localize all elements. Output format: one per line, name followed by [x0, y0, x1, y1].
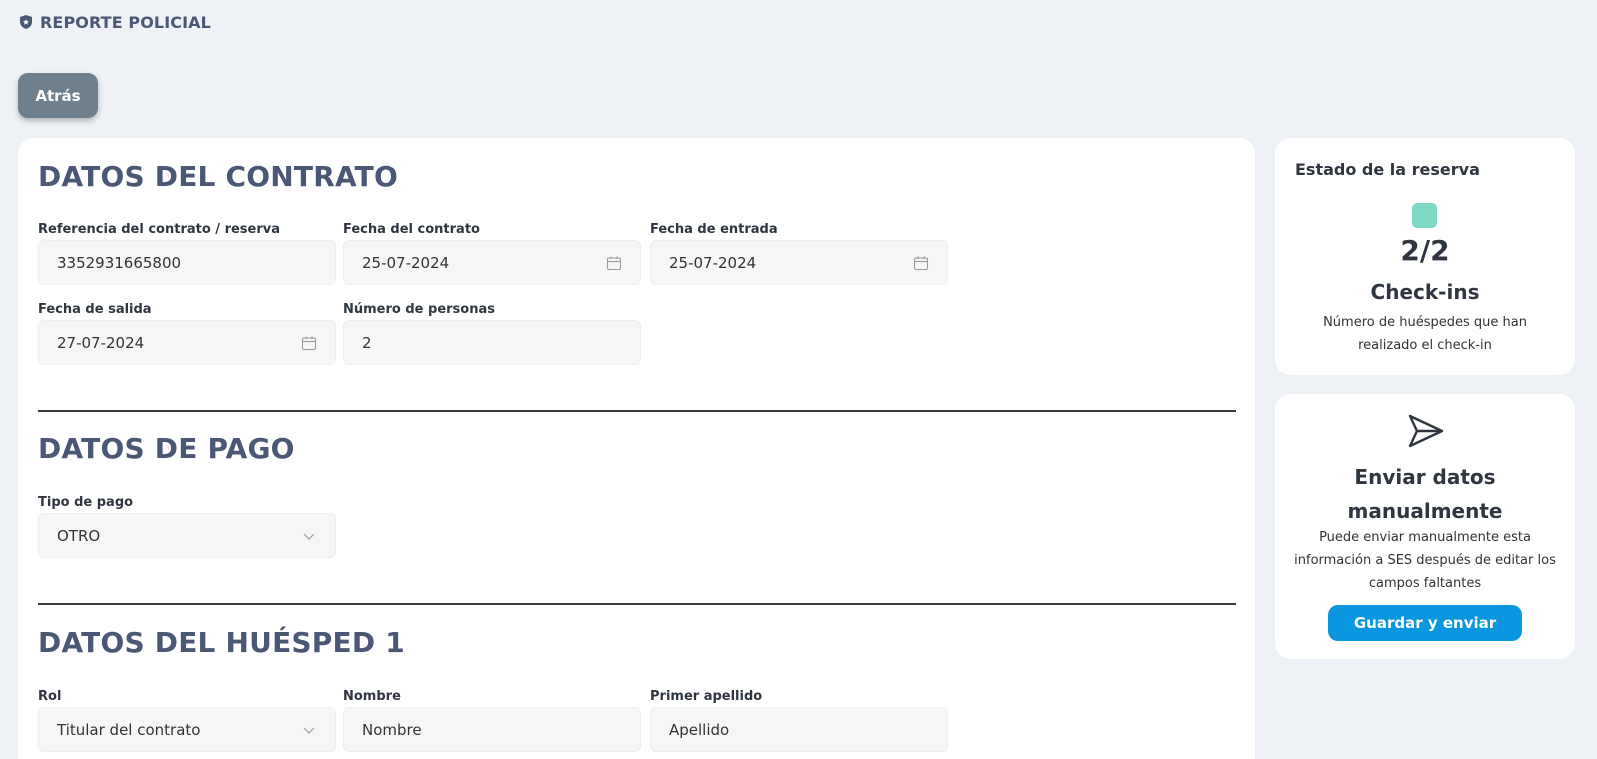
status-indicator [1412, 203, 1437, 228]
payment-section-title: DATOS DE PAGO [38, 432, 295, 465]
section-divider [38, 603, 1236, 605]
name-placeholder: Nombre [362, 720, 422, 739]
name-label: Nombre [343, 689, 401, 704]
reservation-status-title: Estado de la reserva [1295, 160, 1480, 179]
surname-label: Primer apellido [650, 689, 763, 704]
checkin-label: Check-ins [1370, 280, 1480, 304]
payment-type-value: OTRO [57, 526, 101, 545]
exit-date-label: Fecha de salida [38, 302, 152, 317]
manual-send-description: Puede enviar manualmente esta informació… [1294, 530, 1556, 591]
role-label: Rol [38, 689, 62, 704]
role-value: Titular del contrato [57, 720, 201, 739]
surname-placeholder: Apellido [669, 720, 730, 739]
page-title: REPORTE POLICIAL [40, 12, 211, 32]
chevron-down-icon [301, 722, 317, 738]
entry-date-label: Fecha de entrada [650, 222, 778, 237]
payment-type-select[interactable]: OTRO [38, 513, 336, 558]
contract-date-label: Fecha del contrato [343, 222, 480, 237]
calendar-icon[interactable] [606, 255, 622, 271]
reference-value: 3352931665800 [57, 253, 182, 272]
checkin-description: Número de huéspedes que han realizado el… [1323, 315, 1527, 353]
contract-date-field[interactable]: 25-07-2024 [343, 240, 641, 285]
persons-value: 2 [362, 333, 372, 352]
checkin-count: 2/2 [1400, 234, 1450, 267]
entry-date-value: 25-07-2024 [669, 253, 757, 272]
manual-send-card: Enviar datos manualmente Puede enviar ma… [1275, 394, 1575, 659]
chevron-down-icon [301, 528, 317, 544]
main-form-card: DATOS DEL CONTRATO Referencia del contra… [18, 138, 1255, 759]
section-divider [38, 410, 1236, 412]
save-and-send-button[interactable]: Guardar y enviar [1328, 605, 1522, 641]
calendar-icon[interactable] [301, 335, 317, 351]
reference-label: Referencia del contrato / reserva [38, 222, 281, 237]
exit-date-value: 27-07-2024 [57, 333, 145, 352]
reference-field[interactable]: 3352931665800 [38, 240, 336, 285]
exit-date-field[interactable]: 27-07-2024 [38, 320, 336, 365]
reservation-status-card: Estado de la reserva 2/2 Check-ins Númer… [1275, 138, 1575, 375]
calendar-icon[interactable] [913, 255, 929, 271]
back-button[interactable]: Atrás [18, 73, 98, 118]
guest-section-title: DATOS DEL HUÉSPED 1 [38, 626, 405, 659]
police-badge-icon [18, 14, 34, 30]
contract-section-title: DATOS DEL CONTRATO [38, 160, 398, 193]
send-icon [1407, 412, 1445, 450]
surname-input[interactable]: Apellido [650, 707, 948, 752]
manual-send-title: Enviar datos manualmente [1347, 465, 1503, 523]
name-input[interactable]: Nombre [343, 707, 641, 752]
top-bar: REPORTE POLICIAL [0, 0, 1597, 44]
persons-field[interactable]: 2 [343, 320, 641, 365]
payment-type-label: Tipo de pago [38, 495, 134, 510]
persons-label: Número de personas [343, 302, 495, 317]
role-select[interactable]: Titular del contrato [38, 707, 336, 752]
contract-date-value: 25-07-2024 [362, 253, 450, 272]
entry-date-field[interactable]: 25-07-2024 [650, 240, 948, 285]
